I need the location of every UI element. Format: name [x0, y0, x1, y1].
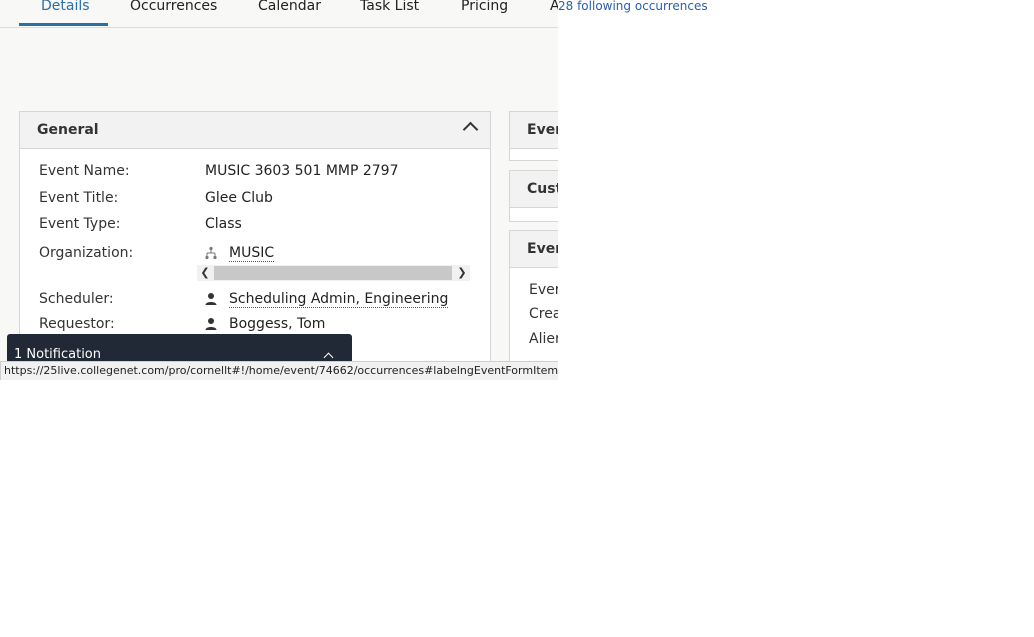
- person-icon: [205, 293, 217, 305]
- tab-occurrences[interactable]: Occurrences: [130, 0, 217, 14]
- right-panel-1-title: Ever: [527, 122, 558, 138]
- organization-label: Organization:: [39, 245, 134, 261]
- person-icon: [205, 318, 217, 330]
- collapse-chevron-icon[interactable]: [462, 121, 479, 138]
- right-panel-2-header[interactable]: Cust: [510, 171, 558, 208]
- right-panel-2: Cust: [509, 170, 558, 222]
- scrollbar-thumb[interactable]: [214, 266, 452, 280]
- right-panel-3: Ever: [509, 230, 558, 372]
- event-name-value: MUSIC 3603 501 MMP 2797: [205, 163, 399, 179]
- tab-bar: Details Occurrences Calendar Task List P…: [0, 0, 558, 28]
- following-occurrences-link[interactable]: 28 following occurrences: [558, 0, 708, 13]
- right-panel-1-header[interactable]: Ever: [510, 112, 558, 149]
- right-panel-3-title: Ever: [527, 241, 558, 257]
- tab-truncated[interactable]: A: [550, 0, 558, 14]
- horizontal-scrollbar[interactable]: ❮ ❯: [197, 265, 470, 281]
- active-tab-indicator: [19, 23, 108, 26]
- right-panel-1: Ever: [509, 111, 558, 161]
- general-panel-title: General: [37, 122, 99, 138]
- tab-calendar[interactable]: Calendar: [258, 0, 321, 14]
- requestor-value: Boggess, Tom: [229, 316, 326, 332]
- tab-details[interactable]: Details: [41, 0, 90, 14]
- right-panel-3-row-1: Ever: [529, 282, 558, 298]
- event-type-value: Class: [205, 216, 242, 232]
- scheduler-link[interactable]: Scheduling Admin, Engineering: [229, 291, 449, 308]
- right-panel-3-header[interactable]: Ever: [510, 231, 558, 268]
- event-type-label: Event Type:: [39, 216, 121, 232]
- general-panel-header[interactable]: General: [20, 112, 490, 149]
- organization-link[interactable]: MUSIC: [229, 245, 275, 262]
- status-bar-url: https://25live.collegenet.com/pro/cornel…: [0, 361, 558, 380]
- requestor-label: Requestor:: [39, 316, 115, 332]
- right-panel-3-row-2: Crea: [529, 306, 558, 322]
- scheduler-label: Scheduler:: [39, 291, 114, 307]
- right-panel-3-row-3: Alier: [529, 331, 558, 347]
- org-chart-icon: [205, 246, 217, 260]
- notification-text: 1 Notification: [14, 347, 101, 362]
- tab-task-list[interactable]: Task List: [360, 0, 419, 14]
- event-title-value: Glee Club: [205, 190, 273, 206]
- event-title-label: Event Title:: [39, 190, 119, 206]
- browser-viewport: Details Occurrences Calendar Task List P…: [0, 0, 558, 380]
- tab-pricing[interactable]: Pricing: [461, 0, 508, 14]
- scroll-left-icon[interactable]: ❮: [197, 265, 213, 281]
- event-name-label: Event Name:: [39, 163, 130, 179]
- scroll-right-icon[interactable]: ❯: [454, 265, 470, 281]
- right-panel-2-title: Cust: [527, 181, 558, 197]
